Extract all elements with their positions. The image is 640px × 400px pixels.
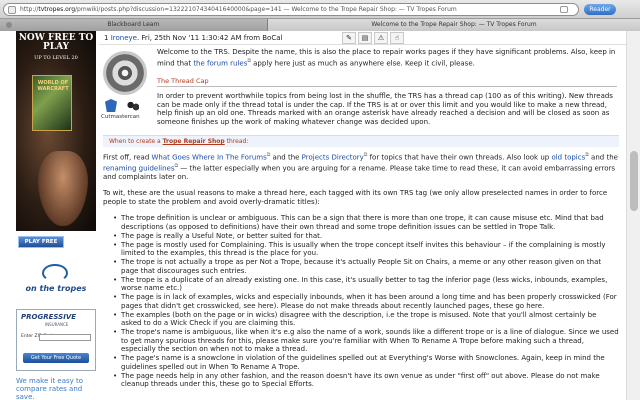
play-free-button[interactable]: PLAY FREE	[18, 236, 64, 248]
paragraph-first-off: First off, read What Goes Where In The F…	[103, 152, 618, 181]
progressive-tagline: We make it easy to compare rates and sav…	[16, 377, 84, 400]
scroll-thumb[interactable]	[630, 151, 638, 211]
warning-icon[interactable]: ⚠	[374, 32, 388, 44]
list-item: The page is really a Useful Note, or bet…	[113, 232, 619, 241]
edit-icon[interactable]: ▤	[358, 32, 372, 44]
list-item: The trope's name is ambiguous, like when…	[113, 328, 619, 354]
paw-icon	[127, 101, 139, 111]
list-item: The page is in lack of examples, wicks a…	[113, 293, 619, 310]
list-item: The page needs help in any other fashion…	[113, 372, 619, 389]
on-the-tropes-logo[interactable]: on the tropes	[16, 264, 96, 304]
ontropes-arc-icon	[42, 264, 68, 282]
tab-blackboard[interactable]: Blackboard Learn	[0, 19, 268, 31]
collapsible-folder[interactable]: When to create a Trope Repair Shop threa…	[103, 135, 619, 147]
rss-icon[interactable]	[560, 6, 568, 13]
reasons-list: The trope definition is unclear or ambig…	[113, 214, 619, 389]
post-actions: ✎ ▤ ⚠ ☝	[342, 32, 404, 44]
list-item: The examples (both on the page or in wic…	[113, 311, 619, 328]
post-body: First off, read What Goes Where In The F…	[103, 151, 619, 389]
link-renaming-guidelines[interactable]: renaming guidelines	[103, 164, 174, 172]
wow-character-art	[38, 151, 88, 226]
trs-link[interactable]: Trope Repair Shop	[163, 138, 225, 145]
thread-cap-text: In order to prevent worthwhile topics fr…	[157, 92, 613, 126]
tab-label: Blackboard Learn	[107, 21, 160, 28]
zip-code-input[interactable]	[39, 334, 91, 341]
thread-cap-heading: The Thread Cap	[157, 77, 209, 85]
divider	[157, 86, 617, 87]
post-header: 1 Ironeye. Fri, 25th Nov '11 1:30:42 AM …	[99, 31, 626, 45]
tab-bar: Blackboard Learn Welcome to the Trope Re…	[0, 19, 640, 31]
wow-box-art: WORLD OF WARCRAFT	[32, 75, 72, 131]
user-title: Cutmastercan	[101, 114, 140, 120]
wow-headline: NOW FREE TO PLAY UP TO LEVEL 20	[18, 33, 94, 62]
list-item: The trope is a duplicate of an already e…	[113, 276, 619, 293]
post-author-line: 1 Ironeye. Fri, 25th Nov '11 1:30:42 AM …	[104, 34, 283, 42]
forum-rules-link[interactable]: the forum rules	[193, 59, 247, 67]
list-item: The trope definition is unclear or ambig…	[113, 214, 619, 231]
intro-text: Welcome to the TRS. Despite the name, th…	[157, 48, 616, 67]
free-quote-button[interactable]: Get Your Free Quote	[23, 353, 89, 363]
list-item: The page's name is a snowclone in violat…	[113, 354, 619, 371]
tab-tvtropes[interactable]: Welcome to the Trope Repair Shop: — TV T…	[268, 19, 640, 31]
tab-label: Welcome to the Trope Repair Shop: — TV T…	[371, 21, 537, 28]
close-tab-icon[interactable]	[6, 22, 12, 28]
forum-post: 1 Ironeye. Fri, 25th Nov '11 1:30:42 AM …	[99, 31, 626, 400]
progressive-logo: PROGRESSIVE	[21, 313, 77, 321]
site-favicon-icon	[8, 5, 16, 14]
wow-ad[interactable]: NOW FREE TO PLAY UP TO LEVEL 20 WORLD OF …	[16, 31, 96, 231]
reader-button[interactable]: Reader	[584, 4, 616, 15]
paragraph-to-wit: To wit, these are the usual reasons to m…	[103, 189, 608, 206]
progressive-ad: PROGRESSIVE INSURANCE Enter ZIP Code: Ge…	[16, 309, 96, 371]
ad-column: NOW FREE TO PLAY UP TO LEVEL 20 WORLD OF …	[0, 31, 99, 400]
browser-toolbar: http://tvtropes.org/pmwiki/posts.php?dis…	[0, 0, 640, 19]
quote-icon[interactable]: ✎	[342, 32, 356, 44]
shield-icon	[105, 99, 117, 112]
list-item: The trope is not actually a trope as per…	[113, 258, 619, 275]
link-what-goes-where[interactable]: What Goes Where In The Forums	[152, 153, 267, 161]
link-old-topics[interactable]: old topics	[551, 153, 585, 161]
author-link[interactable]: Ironeye	[111, 34, 137, 42]
address-bar[interactable]: http://tvtropes.org/pmwiki/posts.php?dis…	[3, 3, 579, 16]
folder-label: When to create a Trope Repair Shop threa…	[109, 138, 249, 145]
url-text: http://tvtropes.org/pmwiki/posts.php?dis…	[20, 6, 457, 13]
page-scrollbar[interactable]	[626, 31, 640, 400]
user-badges	[105, 99, 145, 113]
link-projects-directory[interactable]: Projects Directory	[302, 153, 364, 161]
list-item: The page is mostly used for Complaining.…	[113, 241, 619, 258]
thumbs-icon[interactable]: ☝	[390, 32, 404, 44]
avatar[interactable]	[103, 51, 147, 95]
